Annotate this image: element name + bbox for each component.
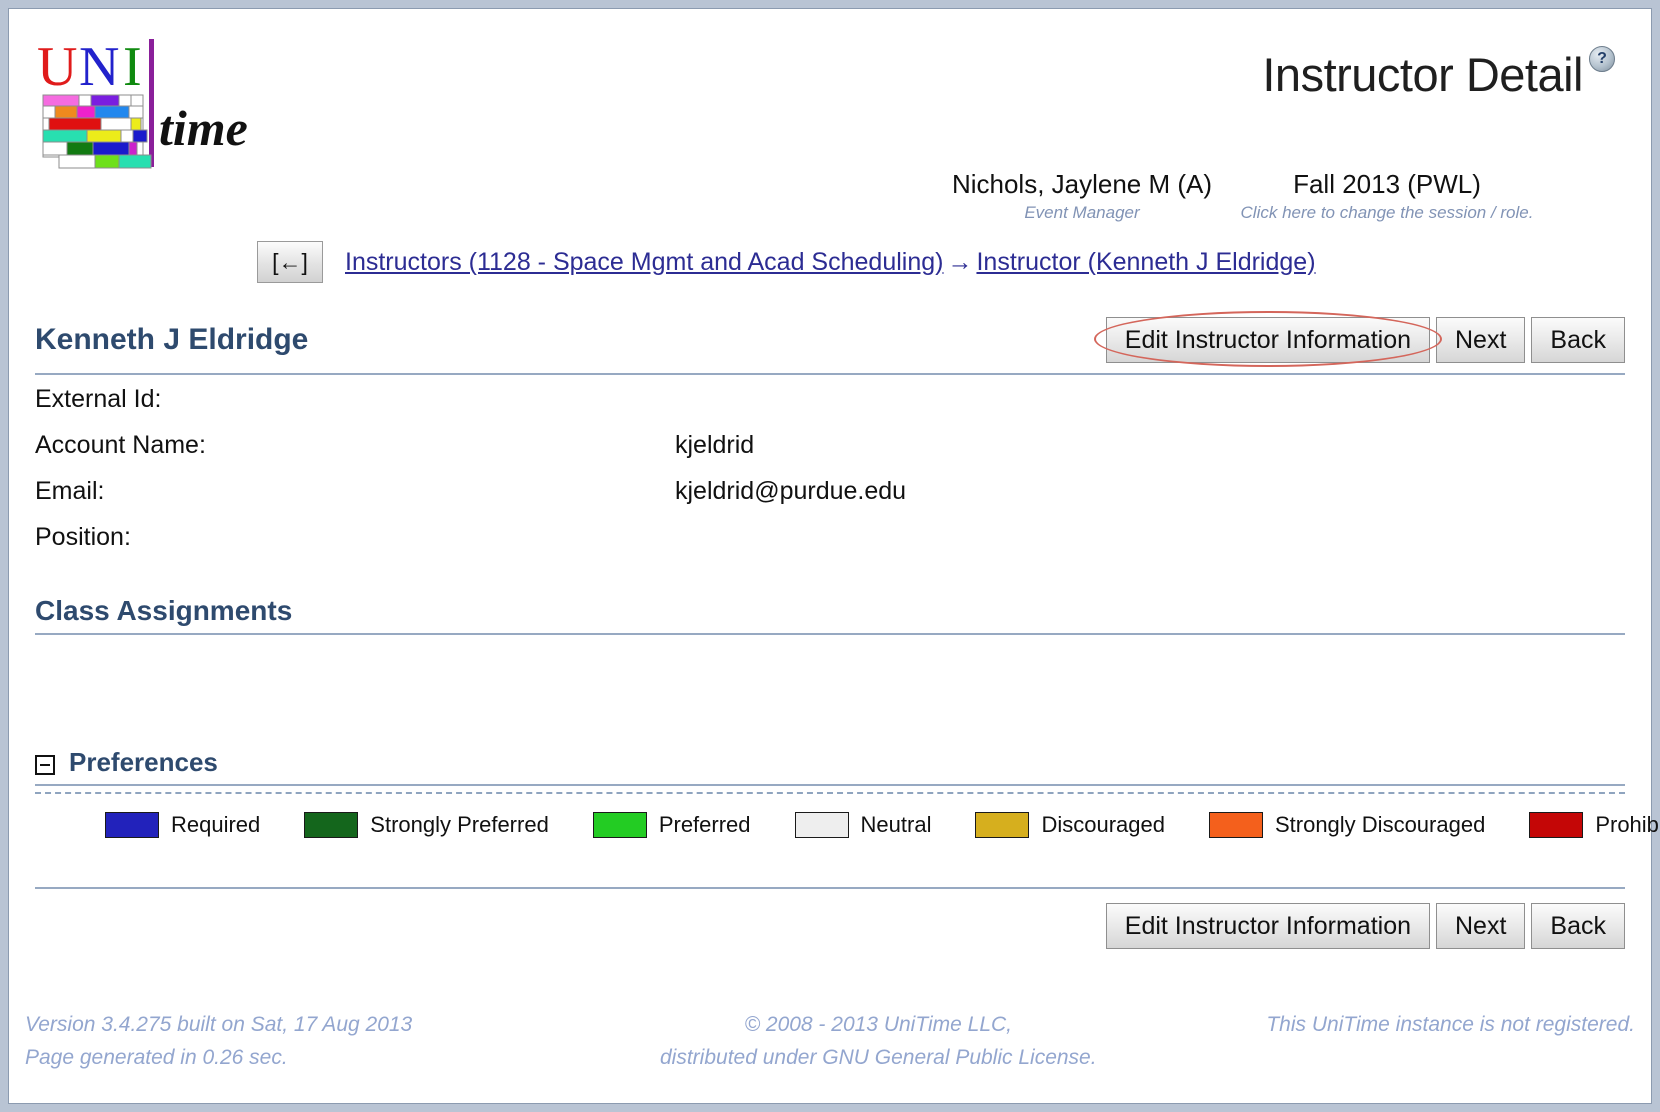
legend-label-discouraged: Discouraged bbox=[1041, 812, 1165, 837]
footer-right: This UniTime instance is not registered. bbox=[1152, 1009, 1635, 1074]
legend-swatch-required bbox=[105, 812, 159, 838]
svg-text:U: U bbox=[37, 36, 77, 98]
class-assignments-empty-body bbox=[35, 635, 1625, 721]
svg-text:time: time bbox=[159, 100, 248, 156]
class-assignments-section: Class Assignments bbox=[35, 595, 1625, 721]
back-button-bottom[interactable]: Back bbox=[1531, 903, 1625, 949]
field-row: Email: kjeldrid@purdue.edu bbox=[35, 477, 1625, 523]
field-value-account-name: kjeldrid bbox=[675, 431, 755, 459]
legend-item-neutral: Neutral bbox=[794, 812, 932, 838]
legend-item-preferred: Preferred bbox=[592, 812, 751, 838]
next-button-bottom[interactable]: Next bbox=[1436, 903, 1526, 949]
session-info[interactable]: Fall 2013 (PWL) Click here to change the… bbox=[1237, 169, 1537, 223]
change-session-link[interactable]: Click here to change the session / role. bbox=[1237, 203, 1537, 223]
help-icon[interactable]: ? bbox=[1589, 46, 1615, 72]
legend-item-prohibited: Prohibited bbox=[1529, 812, 1660, 838]
legend-item-strongly-preferred: Strongly Preferred bbox=[304, 812, 549, 838]
breadcrumb-trail: Instructors (1128 - Space Mgmt and Acad … bbox=[345, 248, 1316, 277]
field-row: External Id: bbox=[35, 385, 1625, 431]
legend-label-required: Required bbox=[171, 812, 261, 837]
footer-copyright: © 2008 - 2013 UniTime LLC, bbox=[744, 1013, 1012, 1036]
unitime-logo: U N I time bbox=[31, 33, 253, 173]
legend-swatch-neutral bbox=[794, 812, 849, 838]
bottom-action-buttons: Edit Instructor Information Next Back bbox=[35, 889, 1625, 949]
breadcrumb: [←] Instructors (1128 - Space Mgmt and A… bbox=[257, 241, 1316, 283]
field-value-email: kjeldrid@purdue.edu bbox=[675, 477, 907, 505]
legend-swatch-preferred bbox=[592, 812, 647, 838]
user-name: Nichols, Jaylene M (A) bbox=[951, 169, 1213, 199]
next-button-top[interactable]: Next bbox=[1436, 317, 1526, 363]
legend-label-strongly-preferred: Strongly Preferred bbox=[370, 812, 549, 837]
session-name: Fall 2013 (PWL) bbox=[1293, 169, 1481, 199]
back-navigation-button[interactable]: [←] bbox=[257, 241, 323, 283]
screenshot-root: U N I time Instructor Detail ? Nichols, … bbox=[0, 0, 1660, 1112]
edit-instructor-information-button-bottom[interactable]: Edit Instructor Information bbox=[1105, 903, 1430, 949]
user-info: Nichols, Jaylene M (A) Event Manager bbox=[937, 169, 1227, 223]
footer-center: © 2008 - 2013 UniTime LLC, distributed u… bbox=[605, 1009, 1152, 1074]
legend-item-strongly-discouraged: Strongly Discouraged bbox=[1208, 812, 1486, 838]
svg-text:N: N bbox=[79, 36, 119, 98]
breadcrumb-item-instructor[interactable]: Instructor (Kenneth J Eldridge) bbox=[976, 248, 1315, 276]
breadcrumb-separator: → bbox=[947, 247, 973, 276]
page-header: U N I time Instructor Detail ? Nichols, … bbox=[9, 9, 1651, 224]
class-assignments-heading: Class Assignments bbox=[35, 595, 293, 626]
preferences-section: Preferences Required Strongly Preferred bbox=[35, 747, 1660, 854]
user-role: Event Manager bbox=[1024, 203, 1140, 222]
footer-left: Version 3.4.275 built on Sat, 17 Aug 201… bbox=[25, 1009, 605, 1074]
field-row: Position: bbox=[35, 523, 1625, 569]
footer-license: distributed under GNU General Public Lic… bbox=[660, 1045, 1097, 1069]
legend-swatch-strongly-preferred bbox=[304, 812, 359, 838]
collapse-minus-icon[interactable] bbox=[35, 754, 55, 775]
legend-label-prohibited: Prohibited bbox=[1595, 812, 1660, 837]
legend-item-required: Required bbox=[105, 812, 260, 838]
svg-text:I: I bbox=[123, 36, 142, 98]
footer-generated: Page generated in 0.26 sec. bbox=[25, 1045, 288, 1069]
application-window: U N I time Instructor Detail ? Nichols, … bbox=[8, 8, 1660, 1104]
preferences-heading: Preferences bbox=[69, 747, 218, 777]
main-content: Kenneth J Eldridge Edit Instructor Infor… bbox=[35, 309, 1660, 854]
legend-swatch-discouraged bbox=[975, 812, 1030, 838]
legend-label-strongly-discouraged: Strongly Discouraged bbox=[1274, 812, 1486, 837]
preferences-heading-row: Preferences bbox=[35, 747, 1625, 784]
preference-legend: Required Strongly Preferred Preferred Ne… bbox=[35, 794, 1660, 854]
edit-instructor-button-wrapper: Edit Instructor Information bbox=[1093, 311, 1442, 367]
field-label-external-id: External Id: bbox=[35, 385, 162, 413]
edit-instructor-information-button-top[interactable]: Edit Instructor Information bbox=[1105, 317, 1430, 363]
field-row: Account Name: kjeldrid bbox=[35, 431, 1625, 477]
legend-swatch-prohibited bbox=[1529, 812, 1584, 838]
field-label-account-name: Account Name: bbox=[35, 431, 206, 459]
field-label-position: Position: bbox=[35, 523, 131, 551]
footer-registration: This UniTime instance is not registered. bbox=[1266, 1013, 1635, 1036]
bottom-action-bar: Edit Instructor Information Next Back bbox=[35, 887, 1625, 949]
legend-label-neutral: Neutral bbox=[860, 812, 932, 837]
legend-label-preferred: Preferred bbox=[658, 812, 751, 837]
page-footer: Version 3.4.275 built on Sat, 17 Aug 201… bbox=[25, 1009, 1635, 1074]
instructor-title-row: Kenneth J Eldridge Edit Instructor Infor… bbox=[35, 309, 1625, 371]
page-heading-instructor-name: Kenneth J Eldridge bbox=[35, 323, 309, 356]
legend-swatch-strongly-discouraged bbox=[1208, 812, 1263, 838]
breadcrumb-item-instructors[interactable]: Instructors (1128 - Space Mgmt and Acad … bbox=[345, 248, 943, 276]
footer-version: Version 3.4.275 built on Sat, 17 Aug 201… bbox=[25, 1013, 413, 1036]
back-button-top[interactable]: Back bbox=[1531, 317, 1625, 363]
page-title: Instructor Detail bbox=[1262, 48, 1583, 101]
legend-item-discouraged: Discouraged bbox=[975, 812, 1165, 838]
field-label-email: Email: bbox=[35, 477, 105, 505]
top-action-buttons: Edit Instructor Information Next Back bbox=[1093, 311, 1625, 367]
preferences-divider bbox=[35, 784, 1625, 786]
